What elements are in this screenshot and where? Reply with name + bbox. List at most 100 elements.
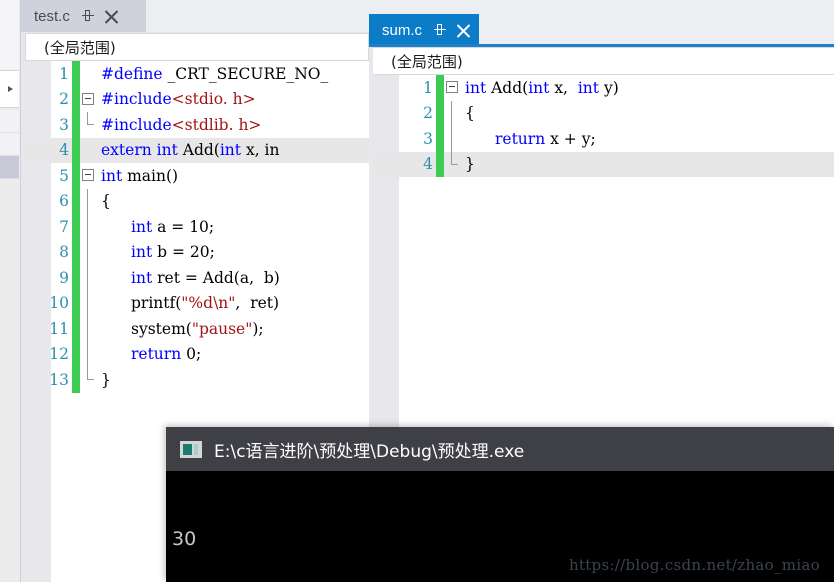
code-token: int <box>131 217 158 236</box>
fold-indicator[interactable] <box>80 163 99 189</box>
code-token: int <box>219 141 246 160</box>
line-number: 2 <box>59 90 69 109</box>
code-line: 11 system("pause"); <box>25 316 369 342</box>
code-line: 1 #define _CRT_SECURE_NO_ <box>25 61 369 87</box>
left-dock-row[interactable] <box>0 110 19 133</box>
code-token: Add( <box>182 141 220 160</box>
collapse-minus-icon[interactable] <box>82 92 94 105</box>
change-bar <box>72 341 80 367</box>
code-token: system( <box>131 319 192 338</box>
console-app-icon <box>180 440 202 458</box>
code-token: int <box>131 243 158 262</box>
line-number: 4 <box>59 141 69 160</box>
code-token: #define <box>101 64 168 83</box>
tabstrip-right: sum.c <box>369 0 834 47</box>
code-line: 12 return 0; <box>25 341 369 367</box>
tab-sum-c[interactable]: sum.c <box>369 14 479 46</box>
close-icon[interactable] <box>456 23 471 38</box>
code-token: int <box>131 268 158 287</box>
console-titlebar[interactable]: E:\c语言进阶\预处理\Debug\预处理.exe <box>166 427 834 471</box>
code-token: } <box>101 370 111 389</box>
code-text: return 0; <box>99 345 369 363</box>
code-token: int <box>156 141 183 160</box>
code-text: system("pause"); <box>99 320 369 338</box>
change-bar <box>72 265 80 291</box>
code-token: <stdio. h> <box>171 90 256 109</box>
code-line: 13} <box>25 367 369 393</box>
code-token: } <box>465 155 475 174</box>
line-number: 5 <box>59 166 69 185</box>
code-line: 3 return x + y; <box>373 126 834 152</box>
code-lines-test-c: 1 #define _CRT_SECURE_NO_ 2 #include<stdio.… <box>25 61 369 393</box>
code-text: } <box>99 371 369 389</box>
code-line: 3 #include<stdlib. h> <box>25 112 369 138</box>
line-number: 6 <box>59 192 69 211</box>
change-bar <box>72 188 80 214</box>
fold-indicator <box>80 61 99 87</box>
scope-navbar-right[interactable]: (全局范围) <box>373 47 834 75</box>
fold-indicator <box>80 112 99 138</box>
close-icon[interactable] <box>104 9 119 24</box>
change-bar <box>72 163 80 189</box>
scope-navbar-left[interactable]: (全局范围) <box>25 33 369 61</box>
code-token: int <box>101 166 128 185</box>
line-number: 7 <box>59 217 69 236</box>
change-bar <box>72 137 80 163</box>
code-line: 4} <box>373 151 834 178</box>
code-token: Add( <box>491 78 529 97</box>
tab-test-c[interactable]: test.c <box>21 0 146 32</box>
fold-indicator <box>80 239 99 265</box>
line-number: 12 <box>49 345 69 364</box>
fold-indicator <box>80 214 99 240</box>
code-token: printf( <box>131 294 182 313</box>
change-bar <box>72 239 80 265</box>
code-line: 9 int ret = Add(a, b) <box>25 265 369 291</box>
screen-root: test.c (全局范围) 1 #define _CRT_SECURE_NO_ 2 #… <box>0 0 834 582</box>
code-token: , ret) <box>235 294 280 313</box>
code-line: 4 extern int Add(int x, in <box>25 137 369 164</box>
fold-indicator <box>80 290 99 316</box>
left-dock-row-selected[interactable] <box>0 156 19 179</box>
left-dock-row[interactable] <box>0 133 19 156</box>
pin-icon[interactable] <box>81 9 94 23</box>
left-dock-expand-button[interactable] <box>0 70 19 108</box>
line-number: 10 <box>49 294 69 313</box>
code-text: #define _CRT_SECURE_NO_ <box>99 65 369 83</box>
code-line: 5 int main() <box>25 163 369 189</box>
line-number: 13 <box>49 370 69 389</box>
fold-indicator[interactable] <box>444 75 463 101</box>
fold-indicator[interactable] <box>80 367 99 393</box>
tabstrip-left: test.c <box>21 0 369 32</box>
fold-indicator <box>80 341 99 367</box>
code-token: b = 20; <box>157 243 215 262</box>
console-title-text: E:\c语言进阶\预处理\Debug\预处理.exe <box>214 441 525 462</box>
line-number: 11 <box>49 319 69 338</box>
code-line: 7 int a = 10; <box>25 214 369 240</box>
line-number: 2 <box>423 104 433 123</box>
code-line: 2{ <box>373 100 834 126</box>
change-bar <box>72 61 80 87</box>
line-number: 3 <box>59 115 69 134</box>
console-window[interactable]: E:\c语言进阶\预处理\Debug\预处理.exe 30 请按任意键继续. .… <box>166 427 834 582</box>
left-dock-strip <box>0 0 21 582</box>
pin-icon[interactable] <box>433 23 447 37</box>
collapse-minus-icon[interactable] <box>82 169 94 181</box>
code-token: return <box>495 129 551 148</box>
left-dock-panel <box>0 0 19 71</box>
caret-right-icon <box>7 86 13 92</box>
line-number: 4 <box>423 155 433 174</box>
change-bar <box>436 75 444 101</box>
fold-indicator[interactable] <box>80 87 99 113</box>
change-bar <box>436 100 444 126</box>
code-text: int b = 20; <box>99 243 369 261</box>
code-text: printf("%d\n", ret) <box>99 294 369 312</box>
code-line: 2 #include<stdio. h> <box>25 86 369 113</box>
change-bar <box>72 290 80 316</box>
change-bar <box>72 367 80 393</box>
collapse-minus-icon[interactable] <box>446 81 458 93</box>
code-line: 8 int b = 20; <box>25 239 369 265</box>
fold-indicator <box>80 138 99 164</box>
code-token: x, <box>554 78 578 97</box>
fold-indicator[interactable] <box>444 151 463 178</box>
code-token: #include <box>101 90 172 109</box>
